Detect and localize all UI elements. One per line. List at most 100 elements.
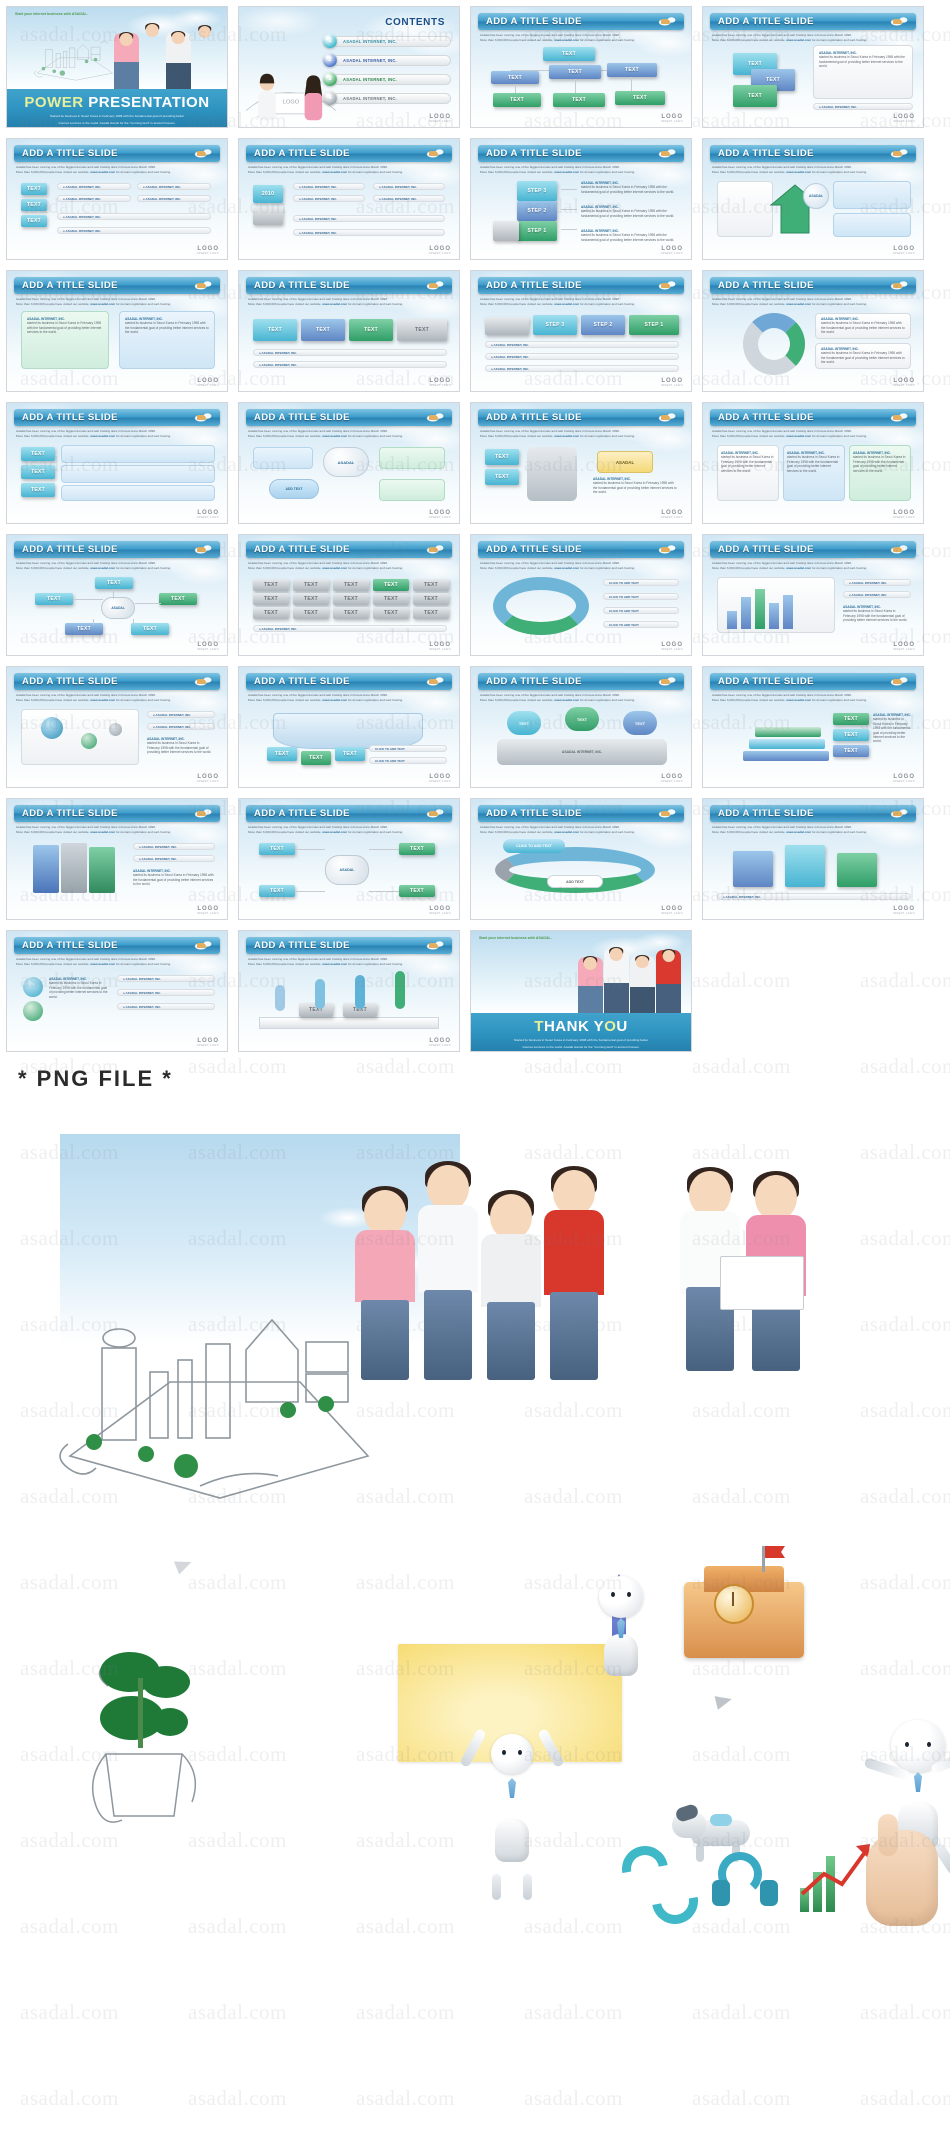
content-panel[interactable] (61, 445, 215, 463)
list-row[interactable]: ● ASADAL INTERNET, INC. (843, 591, 911, 598)
list-row[interactable]: ● ASADAL INTERNET, INC. (137, 195, 211, 202)
list-row[interactable]: CLICK TO ADD TEXT (603, 607, 679, 614)
sphere-node[interactable] (81, 733, 97, 749)
list-row[interactable]: ● ASADAL INTERNET, INC. (253, 349, 447, 356)
folder-shape[interactable] (89, 847, 115, 893)
shape-box[interactable] (493, 221, 519, 241)
center-node[interactable]: ASADAL (101, 597, 135, 619)
shape-box[interactable]: TEXT (733, 85, 777, 107)
list-row[interactable]: ● ASADAL INTERNET, INC. (373, 183, 445, 190)
sphere-node[interactable] (41, 717, 63, 739)
slide-s16[interactable]: ADD A TITLE SLIDE Asadal has been running… (238, 534, 460, 656)
shape-box[interactable]: TEXT (293, 579, 329, 591)
shape-box[interactable]: TEXT (253, 579, 289, 591)
shape-box[interactable]: TEXT (373, 579, 409, 591)
slide-s04[interactable]: ADD A TITLE SLIDE Asadal has been running… (238, 138, 460, 260)
shape-box[interactable]: TEXT (543, 47, 595, 61)
list-row[interactable]: ● ASADAL INTERNET, INC. (117, 975, 215, 982)
contents-item[interactable]: 4 ASADAL INTERNET, INC. (323, 90, 451, 106)
list-row[interactable]: CLICK TO ADD TEXT (369, 757, 447, 764)
shape-box[interactable] (785, 845, 825, 887)
slide-s23[interactable]: ADD A TITLE SLIDE Asadal has been running… (6, 798, 228, 920)
list-row[interactable]: ● ASADAL INTERNET, INC. (485, 365, 679, 372)
book-layer[interactable] (749, 739, 825, 749)
content-panel[interactable] (379, 479, 445, 501)
slide-s14[interactable]: ADD A TITLE SLIDE Asadal has been running… (702, 402, 924, 524)
list-row[interactable]: ● ASADAL INTERNET, INC. (253, 361, 447, 368)
shape-box[interactable]: TEXT (349, 319, 393, 341)
list-row[interactable]: ● ASADAL INTERNET, INC. (293, 229, 445, 236)
shape-box[interactable]: TEXT (21, 183, 47, 195)
shape-box[interactable] (253, 207, 283, 225)
list-row[interactable]: ● ASADAL INTERNET, INC. (485, 341, 679, 348)
slide-s01[interactable]: ADD A TITLE SLIDE Asadal has been running… (470, 6, 692, 128)
list-row[interactable]: ● ASADAL INTERNET, INC. (57, 183, 131, 190)
contents-item[interactable]: 1 ASADAL INTERNET, INC. (323, 33, 451, 49)
shape-box[interactable]: TEXT (21, 215, 47, 227)
shape-box[interactable]: STEP 1 (629, 315, 679, 335)
shape-box[interactable]: TEXT (399, 885, 435, 897)
slide-contents[interactable]: CONTENTS 1 ASADAL INTERNET, INC. 2 ASADAL I… (238, 6, 460, 128)
content-panel[interactable] (61, 465, 215, 483)
slide-s19[interactable]: ADD A TITLE SLIDE Asadal has been running… (6, 666, 228, 788)
content-panel[interactable] (21, 709, 139, 765)
list-row[interactable]: ● ASADAL INTERNET, INC. (137, 183, 211, 190)
list-row[interactable]: ● ASADAL INTERNET, INC. (373, 195, 445, 202)
shape-box[interactable]: TEXT (397, 319, 447, 341)
shape-box[interactable] (837, 853, 877, 887)
list-row[interactable]: ● ASADAL INTERNET, INC. (57, 213, 211, 220)
list-row[interactable]: ● ASADAL INTERNET, INC. (117, 1003, 215, 1010)
list-row[interactable]: ● ASADAL INTERNET, INC. (117, 989, 215, 996)
contents-item[interactable]: 3 ASADAL INTERNET, INC. (323, 71, 451, 87)
shape-box[interactable]: STEP 3 (517, 181, 557, 201)
slide-s05[interactable]: ADD A TITLE SLIDE Asadal has been running… (470, 138, 692, 260)
shape-box[interactable] (733, 851, 773, 887)
circle-text[interactable]: TEXT (623, 711, 657, 735)
shape-box[interactable]: TEXT (301, 319, 345, 341)
shape-box[interactable]: TEXT (259, 885, 295, 897)
list-row[interactable]: ● ASADAL INTERNET, INC. (293, 215, 445, 222)
shape-box[interactable]: TEXT (21, 199, 47, 211)
shape-box[interactable]: TEXT (21, 483, 55, 497)
list-row[interactable]: CLICK TO ADD TEXT (369, 745, 447, 752)
list-row[interactable]: CLICK TO ADD TEXT (603, 579, 679, 586)
list-row[interactable]: CLICK TO ADD TEXT (603, 621, 679, 628)
shape-box[interactable]: TEXT (333, 607, 369, 619)
shape-box[interactable]: TEXT (373, 593, 409, 605)
slide-s26[interactable]: ADD A TITLE SLIDE Asadal has been running… (702, 798, 924, 920)
slide-s24[interactable]: ADD A TITLE SLIDE Asadal has been running… (238, 798, 460, 920)
shape-box[interactable]: TEXT (253, 607, 289, 619)
shape-box[interactable]: TEXT (833, 745, 869, 757)
list-row[interactable]: ● ASADAL INTERNET, INC. (293, 195, 365, 202)
slide-s11[interactable]: ADD A TITLE SLIDE Asadal has been running… (6, 402, 228, 524)
shape-box[interactable]: TEXT (413, 593, 449, 605)
slide-s06[interactable]: ADD A TITLE SLIDE Asadal has been running… (702, 138, 924, 260)
list-row[interactable]: ● ASADAL INTERNET, INC. (813, 103, 913, 110)
shape-box[interactable] (485, 317, 529, 335)
shape-box[interactable]: TEXT (399, 843, 435, 855)
shape-box[interactable]: TEXT (549, 65, 601, 79)
content-panel[interactable] (61, 485, 215, 501)
slide-s27[interactable]: ADD A TITLE SLIDE Asadal has been running… (6, 930, 228, 1052)
shape-box[interactable]: TEXT (65, 623, 103, 635)
add-text-bubble[interactable]: ADD TEXT (269, 479, 319, 499)
shape-box[interactable]: TEXT (21, 447, 55, 461)
shape-box[interactable]: 2010 (253, 185, 283, 203)
slide-s08[interactable]: ADD A TITLE SLIDE Asadal has been running… (238, 270, 460, 392)
shape-box[interactable]: TEXT (413, 607, 449, 619)
shape-box[interactable]: TEXT (267, 747, 297, 761)
book-layer[interactable] (743, 751, 829, 761)
shape-box[interactable]: TEXT (301, 751, 331, 765)
shape-box[interactable]: TEXT (293, 607, 329, 619)
slide-s21[interactable]: ADD A TITLE SLIDE Asadal has been running… (470, 666, 692, 788)
shape-box[interactable]: TEXT (607, 63, 657, 77)
shape-box[interactable]: TEXT (373, 607, 409, 619)
content-panel[interactable] (717, 181, 773, 237)
shape-box[interactable]: TEXT (413, 579, 449, 591)
slide-s10[interactable]: ADD A TITLE SLIDE Asadal has been running… (702, 270, 924, 392)
folder-shape[interactable] (33, 845, 59, 893)
shape-box[interactable]: TEXT (493, 93, 541, 107)
content-panel[interactable] (833, 181, 911, 209)
slide-s02[interactable]: ADD A TITLE SLIDE Asadal has been running… (702, 6, 924, 128)
shape-box[interactable]: TEXT (491, 71, 539, 84)
